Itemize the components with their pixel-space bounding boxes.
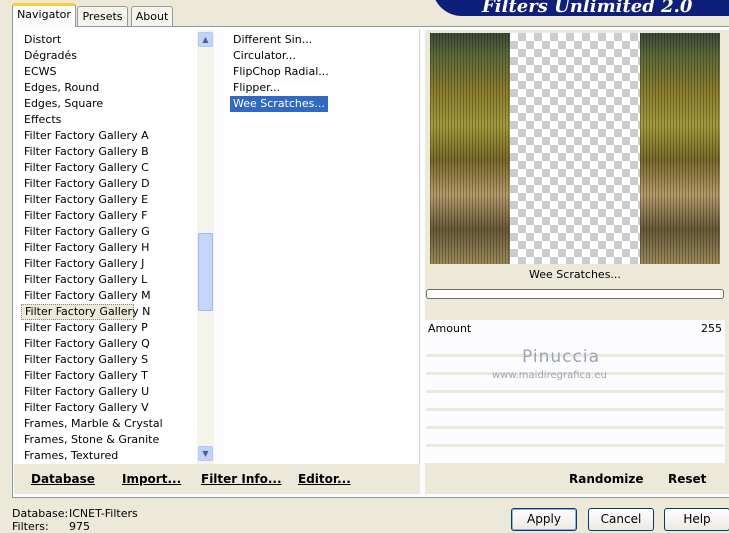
category-item[interactable]: Filter Factory Gallery Q [21, 336, 197, 352]
category-scrollbar-thumb[interactable] [198, 233, 213, 311]
scroll-down-icon[interactable]: ▼ [198, 446, 213, 461]
watermark-name: Pinuccia [522, 347, 600, 367]
category-item[interactable]: Filter Factory Gallery J [21, 256, 197, 272]
category-item[interactable]: Edges, Round [21, 80, 197, 96]
category-item[interactable]: Frames, Marble & Crystal [21, 416, 197, 432]
category-item[interactable]: ECWS [21, 64, 197, 80]
category-item[interactable]: Filter Factory Gallery B [21, 144, 197, 160]
tab-presets[interactable]: Presets [77, 6, 128, 26]
preview-filter-name: Wee Scratches... [529, 268, 621, 281]
category-item[interactable]: Filter Factory Gallery N [21, 304, 150, 320]
status-filters-value: 975 [69, 520, 90, 533]
category-item[interactable]: Filter Factory Gallery E [21, 192, 197, 208]
filter-item[interactable]: Circulator... [230, 48, 410, 64]
category-item[interactable]: Filter Factory Gallery L [21, 272, 197, 288]
status-filters-label: Filters: [12, 520, 49, 533]
category-item[interactable]: Dégradés [21, 48, 197, 64]
filter-list-panel: Different Sin... Circulator... FlipChop Ra… [224, 30, 419, 464]
cancel-button[interactable]: Cancel [588, 508, 654, 531]
amount-label: Amount [428, 322, 472, 335]
scroll-up-icon[interactable]: ▲ [198, 32, 213, 47]
category-item[interactable]: Edges, Square [21, 96, 197, 112]
left-button-bar: Database Import... Filter Info... Editor… [14, 464, 420, 494]
tab-about[interactable]: About [131, 6, 173, 26]
filter-item[interactable]: Different Sin... [230, 32, 410, 48]
randomize-button[interactable]: Randomize [569, 472, 643, 486]
filter-list: Different Sin... Circulator... FlipChop Ra… [230, 32, 410, 112]
category-item[interactable]: Filter Factory Gallery S [21, 352, 197, 368]
category-list-panel: Distort Dégradés ECWS Edges, Round Edges, Sq… [18, 30, 215, 464]
tab-navigator[interactable]: Navigator [12, 3, 76, 27]
filter-item[interactable]: FlipChop Radial... [230, 64, 410, 80]
reset-button[interactable]: Reset [668, 472, 706, 486]
category-item[interactable]: Filter Factory Gallery D [21, 176, 197, 192]
category-item[interactable]: Distort [21, 32, 197, 48]
preview-transparency [510, 33, 640, 264]
category-item[interactable]: Filter Factory Gallery M [21, 288, 197, 304]
category-item[interactable]: Frames, Textured [21, 448, 197, 464]
category-list: Distort Dégradés ECWS Edges, Round Edges, Sq… [21, 32, 197, 464]
category-item[interactable]: Filter Factory Gallery F [21, 208, 197, 224]
category-item[interactable]: Filter Factory Gallery G [21, 224, 197, 240]
category-item[interactable]: Filter Factory Gallery V [21, 400, 197, 416]
category-item[interactable]: Filter Factory Gallery T [21, 368, 197, 384]
preview-texture-left [430, 33, 510, 264]
app-title: Filters Unlimited 2.0 [482, 0, 693, 17]
right-button-bar: Randomize Reset [425, 464, 729, 494]
category-item[interactable]: Filter Factory Gallery H [21, 240, 197, 256]
category-scrollbar[interactable]: ▲ ▼ [197, 30, 214, 464]
filter-item[interactable]: Flipper... [230, 80, 410, 96]
database-button[interactable]: Database [31, 472, 95, 486]
watermark-url: www.maidiregrafica.eu [492, 370, 607, 381]
category-item[interactable]: Filter Factory Gallery C [21, 160, 197, 176]
amount-value[interactable]: 255 [690, 322, 722, 335]
status-database-label: Database: [12, 507, 69, 520]
category-item[interactable]: Effects [21, 112, 197, 128]
apply-button[interactable]: Apply [511, 508, 577, 531]
import-button[interactable]: Import... [122, 472, 181, 486]
progress-bar [426, 289, 724, 299]
preview-texture-right [640, 33, 720, 264]
preview-image [430, 33, 720, 264]
editor-button[interactable]: Editor... [298, 472, 351, 486]
help-button[interactable]: Help [664, 508, 729, 531]
category-item[interactable]: Filter Factory Gallery U [21, 384, 197, 400]
filter-info-button[interactable]: Filter Info... [201, 472, 282, 486]
divider [419, 30, 420, 464]
filter-item[interactable]: Wee Scratches... [230, 96, 328, 112]
category-item[interactable]: Frames, Stone & Granite [21, 432, 197, 448]
category-item[interactable]: Filter Factory Gallery A [21, 128, 197, 144]
category-item[interactable]: Filter Factory Gallery P [21, 320, 197, 336]
status-database-value: ICNET-Filters [69, 507, 138, 520]
